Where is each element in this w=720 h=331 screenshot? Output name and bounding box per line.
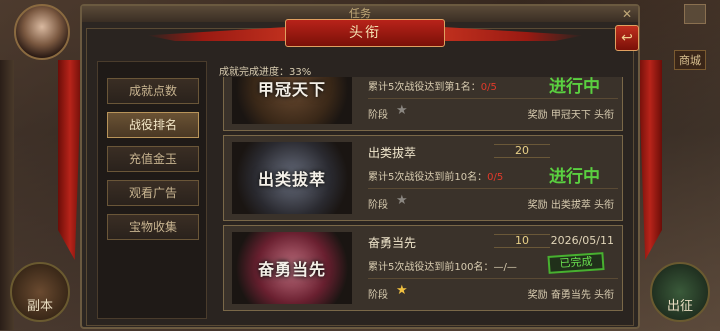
- panel-content: 头衔 ↩ 成就点数 战役排名 充值金玉 观看广告 宝物收集 成就完成进度：33%…: [86, 19, 639, 326]
- title-card: 出类拔萃 出类拔萃 20 累计5次战役达到前10名：0/5 阶段 ★ 进行中 奖…: [223, 135, 623, 221]
- category-nav: 成就点数 战役排名 充值金玉 观看广告 宝物收集: [97, 61, 207, 319]
- ribbon-right-decoration: [443, 27, 583, 41]
- stage-label: 阶段: [368, 290, 388, 301]
- nav-item-treasure-collection[interactable]: 宝物收集: [107, 214, 199, 240]
- game-scene: 商城 副本 出征 任务 ✕ 头衔 ↩ 成就点数 战役排名 充值金玉 观看广告 宝…: [0, 0, 720, 331]
- title-name: 奋勇当先: [368, 236, 417, 250]
- badge-text: 甲冠天下: [257, 80, 326, 99]
- reward-text: 奖励 甲冠天下 头衔: [527, 110, 614, 121]
- requirement-progress: 0/5: [480, 82, 497, 93]
- title-count: 10: [494, 234, 550, 248]
- requirement-text: 累计5次战役达到前10名：0/5: [368, 172, 504, 183]
- nav-item-battle-ranking[interactable]: 战役排名: [107, 112, 199, 138]
- reward-text: 奖励 奋勇当先 头衔: [527, 290, 614, 301]
- menu-icon[interactable]: [684, 4, 706, 24]
- completion-date: 2026/05/11: [550, 234, 614, 247]
- nav-item-recharge[interactable]: 充值金玉: [107, 146, 199, 172]
- achievement-progress: 成就完成进度：33%: [219, 67, 312, 78]
- title-badge: 出类拔萃: [232, 142, 352, 214]
- divider: [368, 278, 618, 279]
- star-icon: ★: [396, 193, 408, 208]
- title-badge: 甲冠天下: [232, 77, 352, 124]
- star-icon: ★: [396, 283, 408, 298]
- ribbon-left-decoration: [147, 27, 287, 41]
- back-arrow-icon[interactable]: ↩: [615, 25, 639, 51]
- stage-label: 阶段: [368, 200, 388, 211]
- star-icon: ★: [396, 103, 408, 118]
- title-card: 甲冠天下 累计5次战役达到第1名：0/5 阶段 ★ 进行中 奖励 甲冠天下 头衔: [223, 77, 623, 131]
- nav-item-watch-ads[interactable]: 观看广告: [107, 180, 199, 206]
- requirement-text: 累计5次战役达到第1名：0/5: [368, 82, 497, 93]
- nav-item-achievement-points[interactable]: 成就点数: [107, 78, 199, 104]
- dungeon-button[interactable]: 副本: [10, 262, 70, 322]
- close-icon[interactable]: ✕: [622, 6, 632, 22]
- badge-text: 出类拔萃: [257, 170, 326, 189]
- status-completed-stamp: 已完成: [547, 252, 605, 274]
- divider: [368, 98, 618, 99]
- badge-text: 奋勇当先: [257, 260, 326, 279]
- title-name: 出类拔萃: [368, 146, 417, 160]
- expedition-button[interactable]: 出征: [650, 262, 710, 322]
- shop-button[interactable]: 商城: [674, 50, 706, 70]
- requirement-text: 累计5次战役达到前100名：—/—: [368, 262, 517, 273]
- reward-text: 奖励 出类拔萃 头衔: [527, 200, 614, 211]
- divider: [368, 188, 618, 189]
- stage-label: 阶段: [368, 110, 388, 121]
- panel-title: 头衔: [285, 19, 445, 47]
- title-badge: 奋勇当先: [232, 232, 352, 304]
- status-in-progress: 进行中: [549, 77, 600, 97]
- title-panel: 任务 ✕ 头衔 ↩ 成就点数 战役排名 充值金玉 观看广告 宝物收集 成就完成进…: [80, 4, 640, 329]
- title-count: 20: [494, 144, 550, 158]
- requirement-progress: 0/5: [487, 172, 504, 183]
- status-in-progress: 进行中: [549, 167, 600, 187]
- requirement-progress: —/—: [493, 262, 517, 273]
- player-avatar[interactable]: [14, 4, 70, 60]
- title-card: 奋勇当先 奋勇当先 10 2026/05/11 累计5次战役达到前100名：—/…: [223, 225, 623, 311]
- title-list[interactable]: 甲冠天下 累计5次战役达到第1名：0/5 阶段 ★ 进行中 奖励 甲冠天下 头衔…: [215, 77, 631, 323]
